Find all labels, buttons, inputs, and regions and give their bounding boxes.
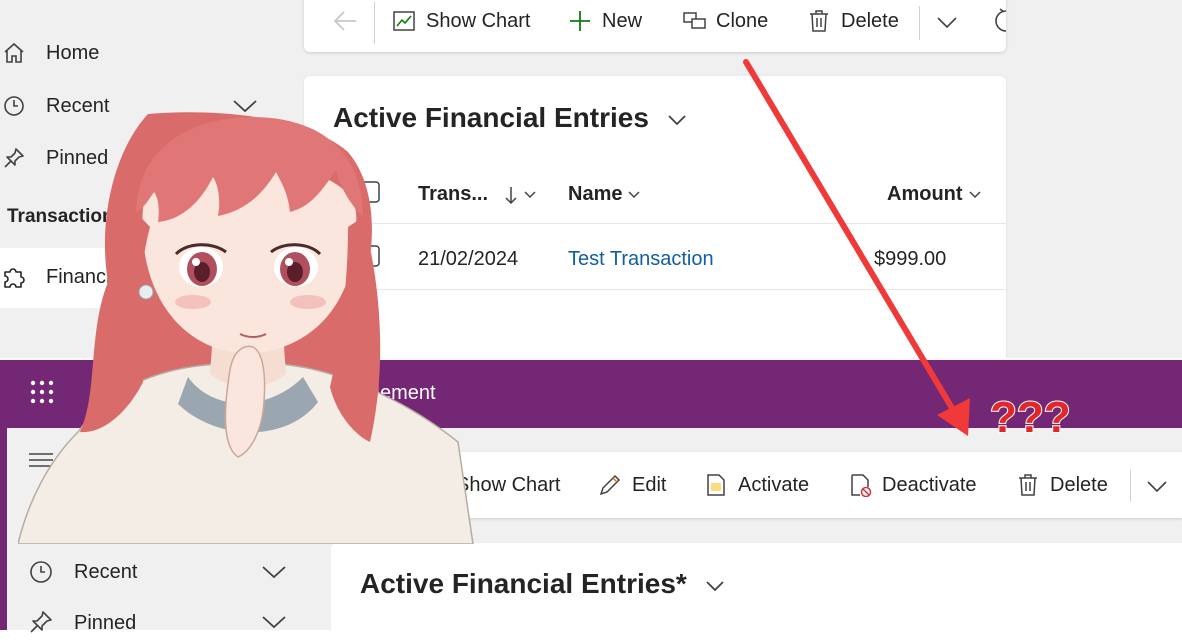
red-arrow-annotation bbox=[743, 59, 970, 436]
question-marks-annotation: ??? bbox=[989, 392, 1072, 443]
